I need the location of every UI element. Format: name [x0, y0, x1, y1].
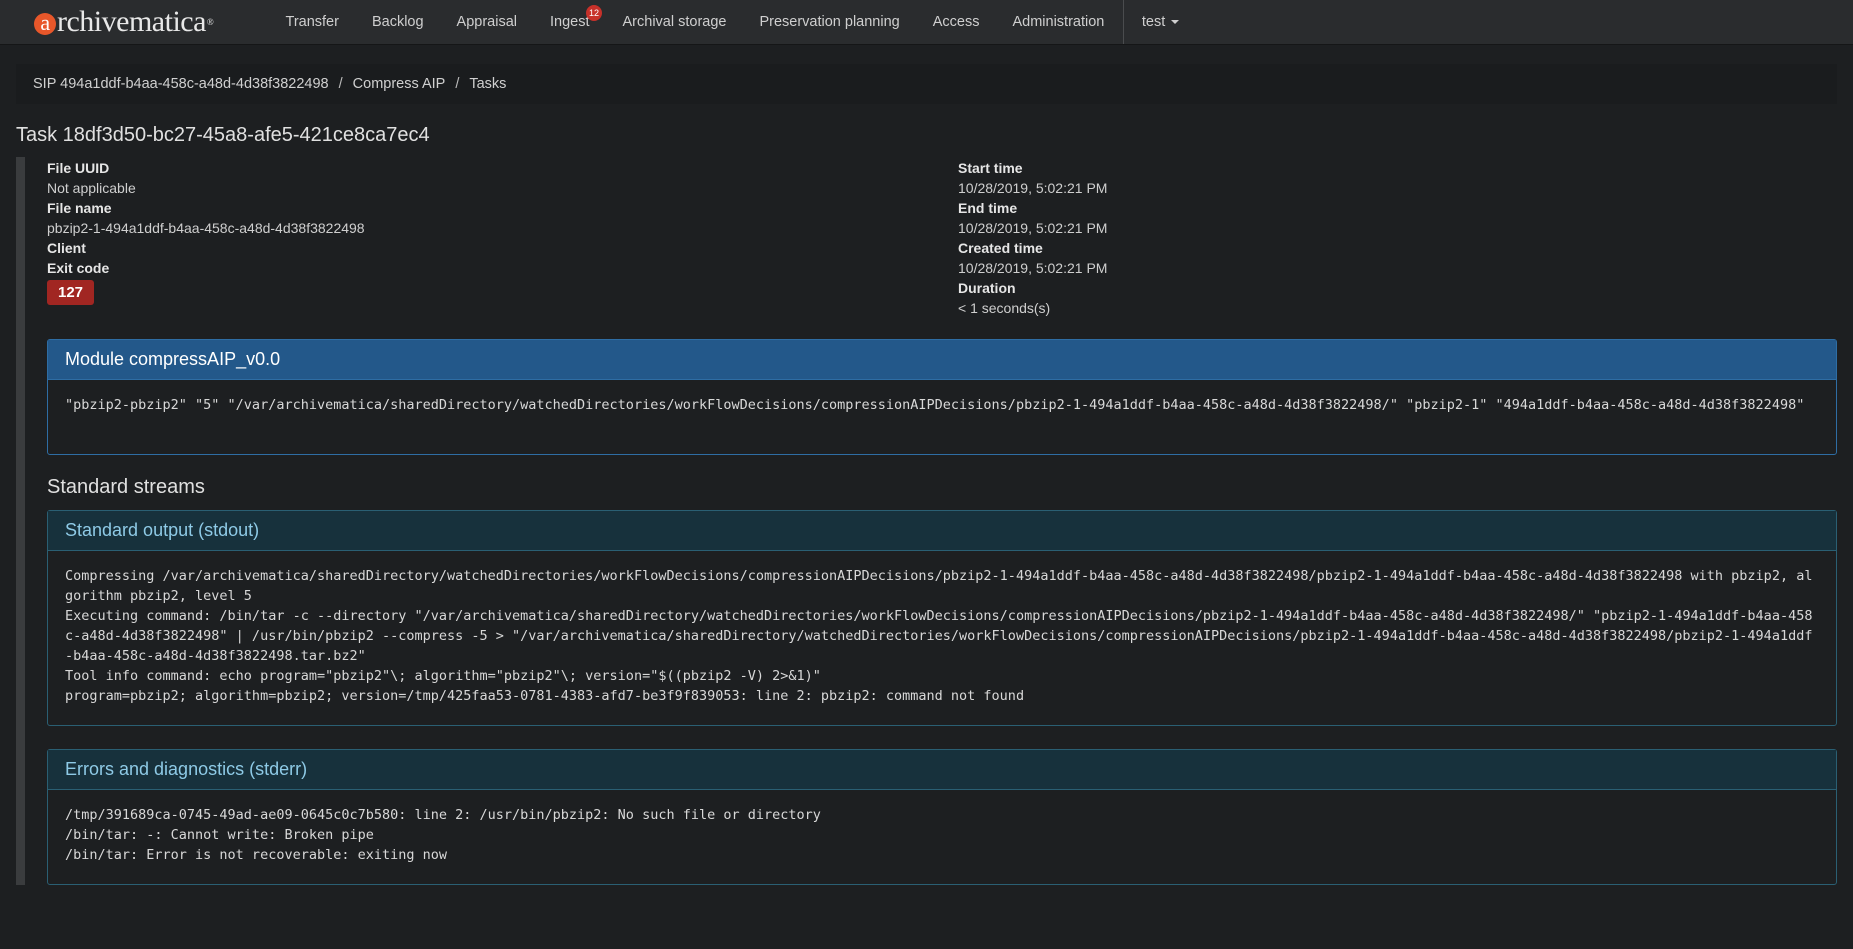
stderr-panel-title: Errors and diagnostics (stderr) — [48, 750, 1836, 790]
user-menu[interactable]: test — [1124, 14, 1180, 30]
start-time-value: 10/28/2019, 5:02:21 PM — [958, 180, 1108, 196]
task-details-left: File UUID Not applicable File name pbzip… — [47, 158, 365, 305]
file-uuid-label: File UUID — [47, 160, 110, 176]
nav-ingest[interactable]: Ingest 12 — [534, 0, 607, 44]
module-panel: Module compressAIP_v0.0 "pbzip2-pbzip2" … — [47, 339, 1837, 455]
nav-ingest-label: Ingest — [550, 14, 590, 30]
breadcrumb-separator: / — [455, 76, 460, 92]
breadcrumb-job[interactable]: Compress AIP — [353, 76, 446, 92]
top-navbar: a rchivematica ® Transfer Backlog Appraisa… — [0, 0, 1853, 45]
ingest-count-badge: 12 — [586, 5, 602, 21]
end-time-value: 10/28/2019, 5:02:21 PM — [958, 220, 1108, 236]
stdout-content: Compressing /var/archivematica/sharedDir… — [65, 568, 1813, 704]
breadcrumb: SIP 494a1ddf-b4aa-458c-a48d-4d38f3822498… — [16, 64, 1837, 104]
stdout-panel-title: Standard output (stdout) — [48, 511, 1836, 551]
exit-code-label: Exit code — [47, 260, 110, 276]
logo-text: rchivematica — [57, 5, 206, 38]
breadcrumb-separator: / — [338, 76, 343, 92]
created-time-label: Created time — [958, 240, 1043, 256]
page-title: Task 18df3d50-bc27-45a8-afe5-421ce8ca7ec… — [16, 124, 430, 146]
breadcrumb-current: Tasks — [469, 76, 507, 92]
file-uuid-value: Not applicable — [47, 180, 136, 196]
logo-letter: a — [34, 12, 56, 35]
main-nav: Transfer Backlog Appraisal Ingest 12 Arch… — [269, 0, 1121, 44]
duration-label: Duration — [958, 280, 1016, 296]
user-name: test — [1141, 14, 1166, 30]
breadcrumb-sip[interactable]: SIP 494a1ddf-b4aa-458c-a48d-4d38f3822498 — [33, 76, 329, 92]
duration-value: < 1 seconds(s) — [958, 300, 1051, 316]
file-name-value: pbzip2-1-494a1ddf-b4aa-458c-a48d-4d38f38… — [47, 220, 365, 236]
streams-heading: Standard streams — [47, 476, 205, 498]
chevron-down-icon — [1171, 20, 1180, 24]
nav-archival-storage[interactable]: Archival storage — [606, 0, 743, 44]
nav-backlog[interactable]: Backlog — [355, 0, 440, 44]
nav-appraisal[interactable]: Appraisal — [440, 0, 533, 44]
module-arguments: "pbzip2-pbzip2" "5" "/var/archivematica/… — [65, 397, 1805, 413]
exit-code-badge: 127 — [47, 280, 95, 305]
module-panel-title: Module compressAIP_v0.0 — [48, 340, 1836, 380]
nav-administration[interactable]: Administration — [996, 0, 1121, 44]
stdout-panel: Standard output (stdout) Compressing /va… — [47, 510, 1837, 726]
client-label: Client — [47, 240, 86, 256]
task-accent-bar — [16, 157, 25, 885]
stderr-content: /tmp/391689ca-0745-49ad-ae09-0645c0c7b58… — [65, 807, 821, 863]
stderr-panel: Errors and diagnostics (stderr) /tmp/391… — [47, 749, 1837, 885]
nav-transfer[interactable]: Transfer — [269, 0, 355, 44]
file-name-label: File name — [47, 200, 112, 216]
end-time-label: End time — [958, 200, 1018, 216]
nav-preservation-planning[interactable]: Preservation planning — [743, 0, 916, 44]
logo-mark: ® — [206, 17, 214, 27]
archivematica-logo[interactable]: a rchivematica ® — [34, 0, 251, 44]
created-time-value: 10/28/2019, 5:02:21 PM — [958, 260, 1108, 276]
task-details-right: Start time 10/28/2019, 5:02:21 PM End ti… — [958, 158, 1107, 318]
nav-access[interactable]: Access — [916, 0, 996, 44]
start-time-label: Start time — [958, 160, 1023, 176]
